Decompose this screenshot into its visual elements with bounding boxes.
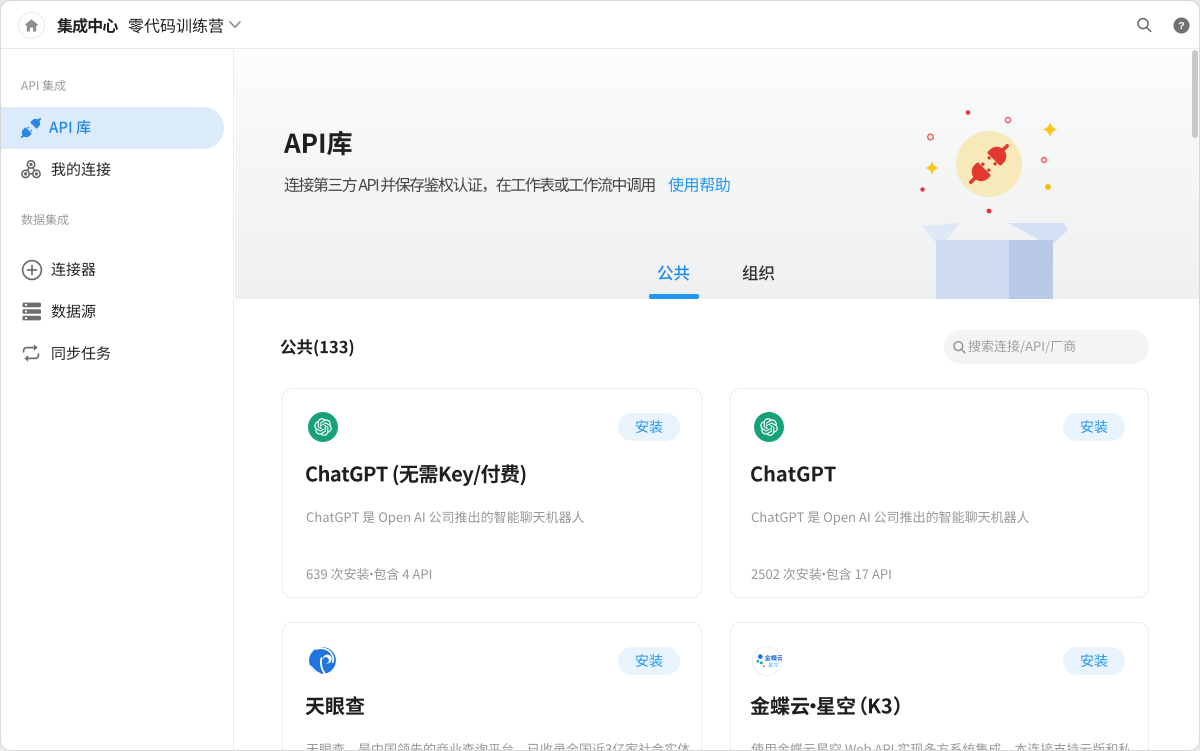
svg-text:?: ?	[1178, 20, 1184, 32]
